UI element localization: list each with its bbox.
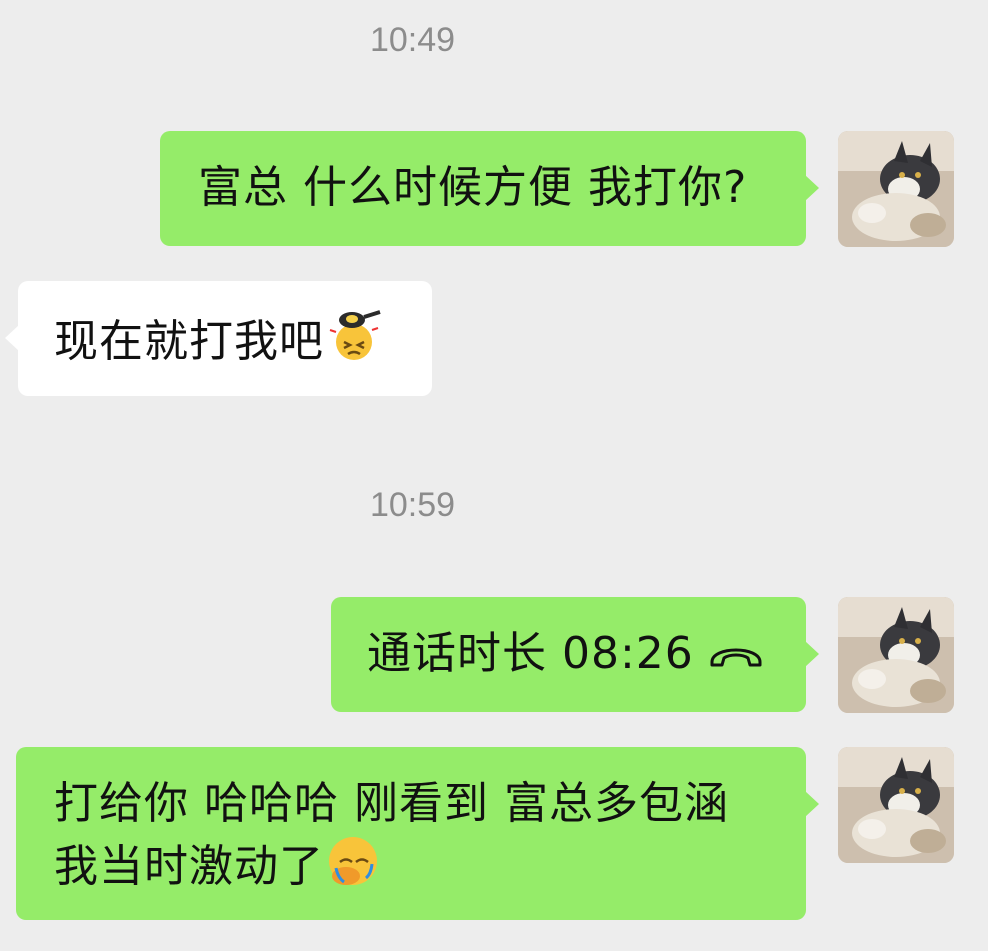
message-bubble-sent[interactable]: 富总 什么时候方便 我打你? (160, 131, 819, 246)
cat-avatar-image (838, 747, 954, 863)
phone-hangup-icon (708, 626, 764, 686)
timestamp: 10:59 (369, 486, 456, 524)
timestamp: 10:49 (369, 21, 456, 59)
message-bubble-sent[interactable]: 打给你 哈哈哈 刚看到 富总多包涵 我当时激动了 (16, 747, 819, 920)
message-text-line-2: 我当时激动了 (54, 834, 806, 904)
avatar[interactable] (838, 597, 954, 713)
avatar[interactable] (838, 747, 954, 863)
cat-avatar-image (838, 131, 954, 247)
message-text: 现在就打我吧 (54, 316, 324, 367)
cat-avatar-image (838, 597, 954, 713)
message-text: 我当时激动了 (54, 841, 324, 892)
message-text: 富总 什么时候方便 我打你? (198, 162, 748, 213)
message-text-line: 打给你 哈哈哈 刚看到 富总多包涵 (54, 778, 729, 829)
frying-pan-hit-emoji (326, 308, 382, 380)
call-duration-text: 通话时长 08:26 (367, 628, 694, 679)
voice-call-bubble[interactable]: 通话时长 08:26 (331, 597, 819, 712)
avatar[interactable] (838, 131, 954, 247)
message-bubble-received[interactable]: 现在就打我吧 (5, 281, 432, 396)
facepalm-emoji (326, 834, 380, 904)
